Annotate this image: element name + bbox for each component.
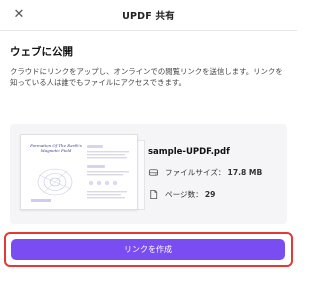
page-count-value: 29 (204, 190, 216, 199)
close-icon[interactable]: ✕ (10, 6, 28, 24)
file-size-row: ファイルサイズ： 17.8 MB (148, 167, 262, 178)
window-title: UPDF 共有 (122, 11, 175, 22)
pages-icon (150, 189, 158, 200)
file-size-label: ファイルサイズ： (165, 168, 226, 177)
file-name: sample-UPDF.pdf (148, 147, 230, 157)
create-link-button[interactable]: リンクを作成 (11, 239, 285, 260)
page-count-row: ページ数： 29 (148, 189, 215, 200)
thumbnail-illustration (31, 145, 129, 202)
title-bar: ✕ UPDF 共有 (0, 0, 297, 31)
page-count-label: ページ数： (165, 190, 203, 199)
section-title: ウェブに公開 (10, 46, 73, 58)
file-size-value: 17.8 MB (227, 168, 263, 177)
drive-icon (148, 169, 159, 176)
file-thumbnail: Formation Of The Earth's Magnetic Field (20, 134, 138, 210)
share-description: クラウドにリンクをアップし、オンラインでの閲覧リンクを送信します。リンクを知って… (10, 67, 283, 87)
